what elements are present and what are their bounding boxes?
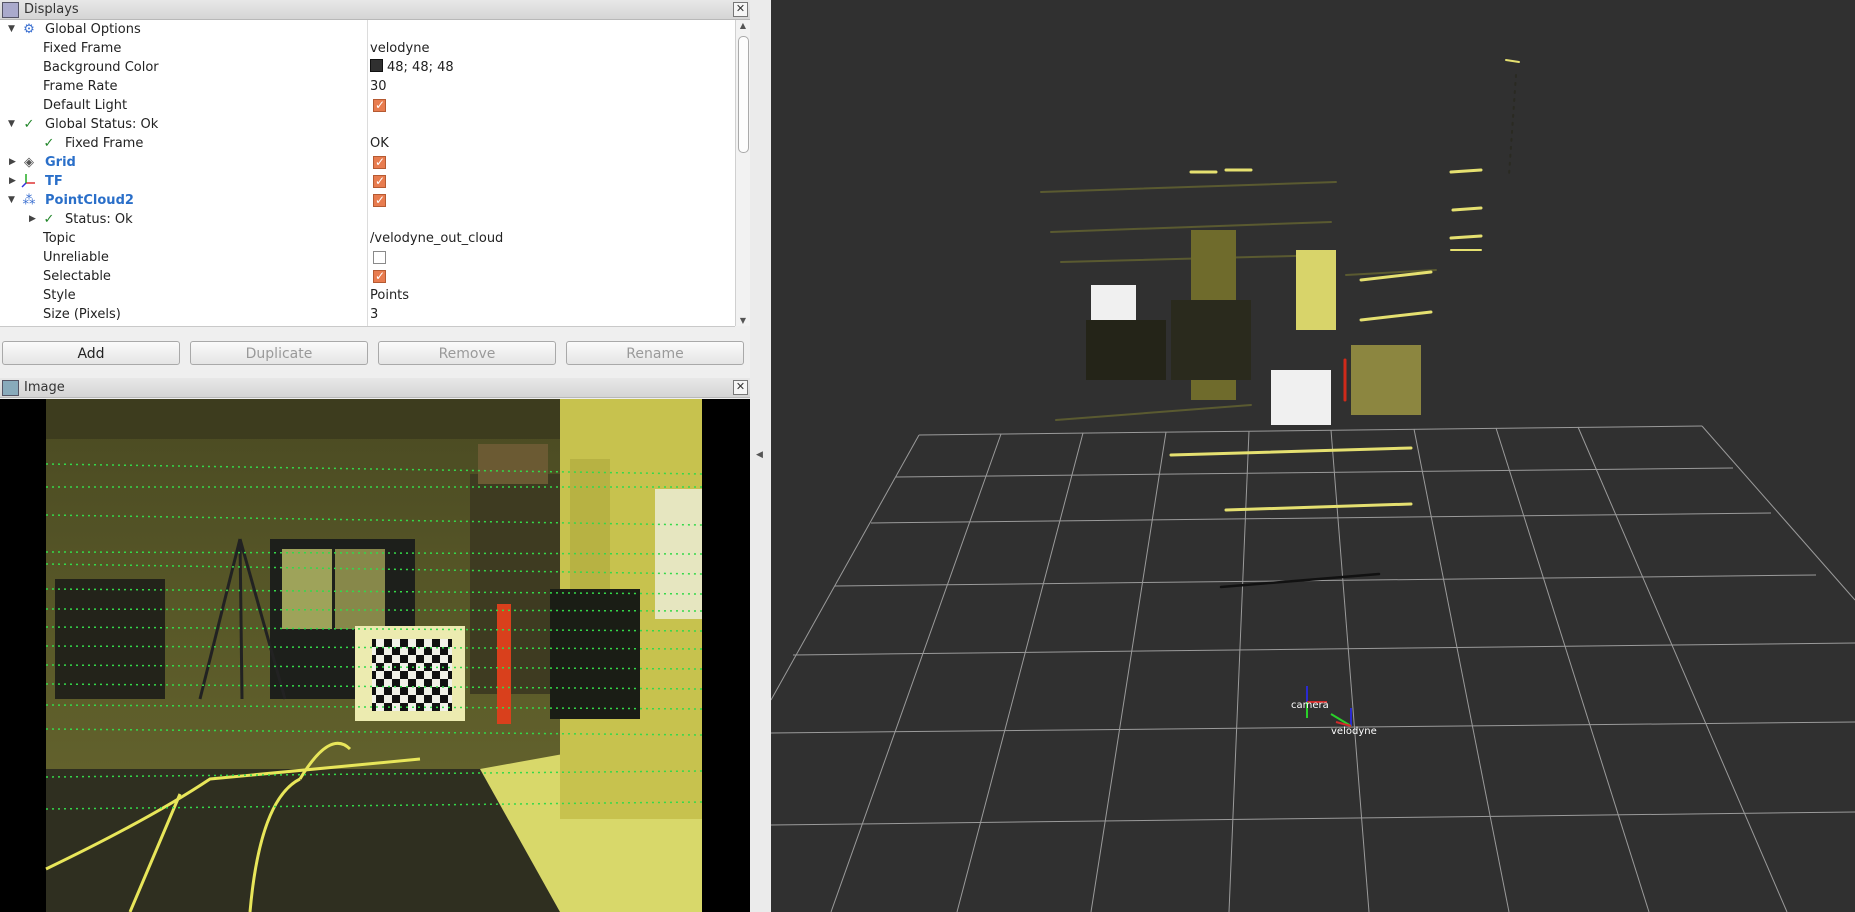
background-color-text: 48; 48; 48: [387, 60, 454, 75]
image-title-bar: Image ✕: [0, 378, 750, 398]
background-color-value[interactable]: 48; 48; 48: [370, 58, 454, 77]
check-icon: ✓: [43, 136, 55, 151]
image-title: Image: [24, 380, 65, 395]
3d-render-view[interactable]: camera velodyne: [771, 0, 1855, 912]
tree-label: Default Light: [43, 98, 128, 113]
expand-down-icon[interactable]: ▼: [8, 191, 18, 210]
pointcloud-icon: ⁂: [22, 193, 36, 208]
default-light-checkbox[interactable]: [373, 96, 386, 115]
pointcloud2-enabled-checkbox[interactable]: [373, 191, 386, 210]
expand-down-icon[interactable]: ▼: [8, 20, 18, 39]
tree-label: Background Color: [43, 60, 159, 75]
selectable-checkbox[interactable]: [373, 267, 386, 286]
check-icon: ✓: [43, 212, 55, 227]
fixed-frame-status-value: OK: [370, 136, 389, 151]
tree-label: Frame Rate: [43, 79, 118, 94]
tree-label: Topic: [43, 231, 76, 246]
remove-button[interactable]: Remove: [378, 341, 556, 365]
velodyne-frame-label: velodyne: [1331, 726, 1377, 737]
unreliable-checkbox[interactable]: [373, 251, 386, 264]
tree-label: Grid: [45, 155, 76, 170]
check-icon: ✓: [23, 117, 35, 132]
tree-label: TF: [45, 174, 63, 189]
scroll-up-icon[interactable]: ▲: [736, 21, 750, 30]
tree-label: Size (Pixels): [43, 307, 121, 322]
tf-enabled-checkbox[interactable]: [373, 172, 386, 191]
tree-label: PointCloud2: [45, 193, 134, 208]
tree-scrollbar[interactable]: ▲ ▼: [735, 20, 750, 326]
camera-image: [0, 399, 750, 912]
tree-label: Fixed Frame: [65, 136, 144, 151]
expand-right-icon[interactable]: ▶: [9, 153, 19, 172]
size-pixels-value[interactable]: 3: [370, 305, 378, 324]
grid-icon: ◈: [24, 155, 34, 170]
scrollbar-thumb[interactable]: [738, 36, 749, 153]
tree-label: Style: [43, 288, 76, 303]
3d-scene: camera velodyne: [771, 59, 1855, 912]
tree-label: Global Status: Ok: [45, 117, 159, 132]
point-cloud: [1040, 59, 1520, 589]
camera-image-view[interactable]: [0, 399, 750, 912]
scroll-down-icon[interactable]: ▼: [736, 316, 750, 325]
image-close-button[interactable]: ✕: [733, 380, 748, 395]
gear-icon: ⚙: [23, 22, 35, 37]
displays-title: Displays: [24, 2, 79, 17]
add-button[interactable]: Add: [2, 341, 180, 365]
tree-label: Status: Ok: [65, 212, 133, 227]
expand-right-icon[interactable]: ▶: [9, 172, 19, 191]
tree-label: Unreliable: [43, 250, 109, 265]
rename-button[interactable]: Rename: [566, 341, 744, 365]
expand-down-icon[interactable]: ▼: [8, 115, 18, 134]
tree-label: Selectable: [43, 269, 111, 284]
image-icon: [2, 380, 19, 396]
frame-rate-value[interactable]: 30: [370, 77, 387, 96]
tree-label: Fixed Frame: [43, 41, 122, 56]
left-dock: Displays ✕ ▼ ⚙ Global Options Fixed Fram…: [0, 0, 750, 912]
fixed-frame-value[interactable]: velodyne: [370, 39, 429, 58]
expand-right-icon[interactable]: ▶: [29, 210, 39, 229]
grid-enabled-checkbox[interactable]: [373, 153, 386, 172]
tf-velodyne-frame: [1330, 708, 1352, 727]
collapse-arrow-icon[interactable]: ◀: [756, 450, 763, 460]
tree-label: Global Options: [45, 22, 141, 37]
color-swatch: [370, 59, 383, 72]
displays-title-bar: Displays ✕: [0, 0, 750, 20]
column-divider[interactable]: [367, 20, 368, 326]
style-value[interactable]: Points: [370, 286, 409, 305]
dock-splitter[interactable]: ◀: [750, 0, 771, 912]
duplicate-button[interactable]: Duplicate: [190, 341, 368, 365]
ground-grid: [771, 425, 1855, 912]
camera-frame-label: camera: [1291, 700, 1329, 711]
displays-close-button[interactable]: ✕: [733, 2, 748, 17]
topic-value[interactable]: /velodyne_out_cloud: [370, 229, 503, 248]
monitor-icon: [2, 2, 19, 18]
